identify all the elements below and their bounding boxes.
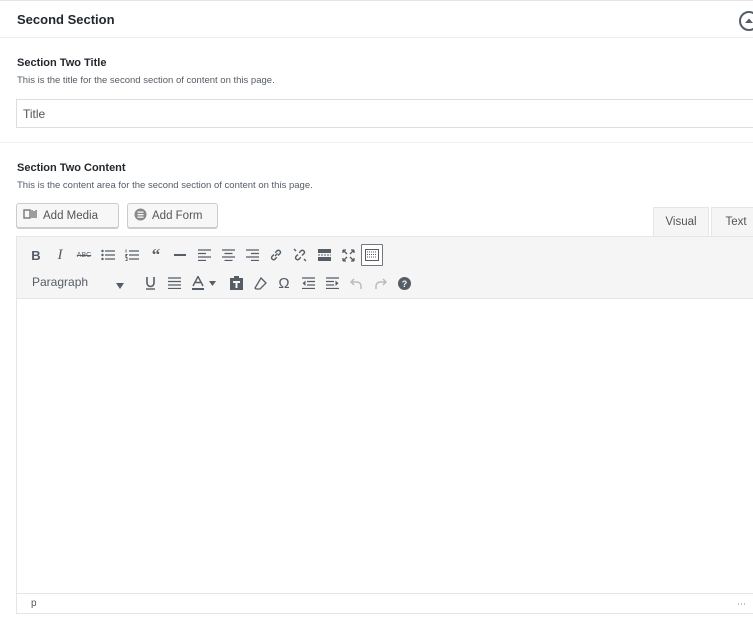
format-select[interactable]: Paragraph — [20, 271, 131, 293]
justify-icon[interactable] — [163, 272, 185, 294]
add-media-label: Add Media — [43, 209, 98, 222]
add-form-button[interactable]: Add Form — [127, 203, 218, 228]
arrow-up-icon[interactable] — [739, 11, 753, 31]
underline-icon[interactable] — [139, 272, 161, 294]
blockquote-icon[interactable]: “ — [145, 244, 167, 266]
editor-toolbar: B I ABC “ Paragraph Ω ? — [17, 237, 753, 299]
horizontal-line-icon[interactable] — [169, 244, 191, 266]
clear-formatting-icon[interactable] — [249, 272, 271, 294]
section-title: Second Section — [17, 12, 115, 27]
remove-link-icon[interactable] — [289, 244, 311, 266]
form-icon — [134, 208, 147, 224]
divider — [0, 142, 753, 143]
special-character-icon[interactable]: Ω — [273, 272, 295, 294]
section-header[interactable]: Second Section — [0, 0, 753, 38]
editor-statusbar: p ⋯ — [17, 593, 753, 613]
insert-link-icon[interactable] — [265, 244, 287, 266]
paste-as-text-icon[interactable] — [225, 272, 247, 294]
add-media-button[interactable]: Add Media — [16, 203, 119, 228]
decrease-indent-icon[interactable] — [297, 272, 319, 294]
caret-down-icon — [116, 278, 124, 292]
section-title-input[interactable] — [16, 99, 753, 128]
tab-text[interactable]: Text — [711, 207, 753, 236]
read-more-icon[interactable] — [313, 244, 335, 266]
align-right-icon[interactable] — [241, 244, 263, 266]
editor: B I ABC “ Paragraph Ω ? p ⋯ — [16, 236, 753, 614]
strikethrough-icon[interactable]: ABC — [73, 244, 95, 266]
element-path[interactable]: p — [31, 598, 37, 609]
text-color-caret-icon[interactable] — [205, 272, 219, 294]
redo-icon[interactable] — [369, 272, 391, 294]
content-field-label: Section Two Content — [17, 162, 126, 174]
align-left-icon[interactable] — [193, 244, 215, 266]
align-center-icon[interactable] — [217, 244, 239, 266]
resize-handle-icon[interactable]: ⋯ — [737, 599, 746, 610]
title-field-description: This is the title for the second section… — [17, 75, 275, 86]
editor-content-area[interactable] — [17, 299, 753, 593]
toolbar-toggle-icon[interactable] — [361, 244, 383, 266]
undo-icon[interactable] — [345, 272, 367, 294]
fullscreen-icon[interactable] — [337, 244, 359, 266]
bullet-list-icon[interactable] — [97, 244, 119, 266]
bold-icon[interactable]: B — [25, 244, 47, 266]
tab-visual[interactable]: Visual — [653, 207, 709, 236]
media-icon — [23, 208, 38, 223]
content-field-description: This is the content area for the second … — [17, 180, 313, 191]
numbered-list-icon[interactable] — [121, 244, 143, 266]
italic-icon[interactable]: I — [49, 244, 71, 266]
format-select-value: Paragraph — [32, 275, 89, 289]
help-icon[interactable]: ? — [393, 272, 415, 294]
svg-text:?: ? — [401, 279, 407, 289]
increase-indent-icon[interactable] — [321, 272, 343, 294]
add-form-label: Add Form — [152, 209, 203, 222]
title-field-label: Section Two Title — [17, 57, 107, 69]
